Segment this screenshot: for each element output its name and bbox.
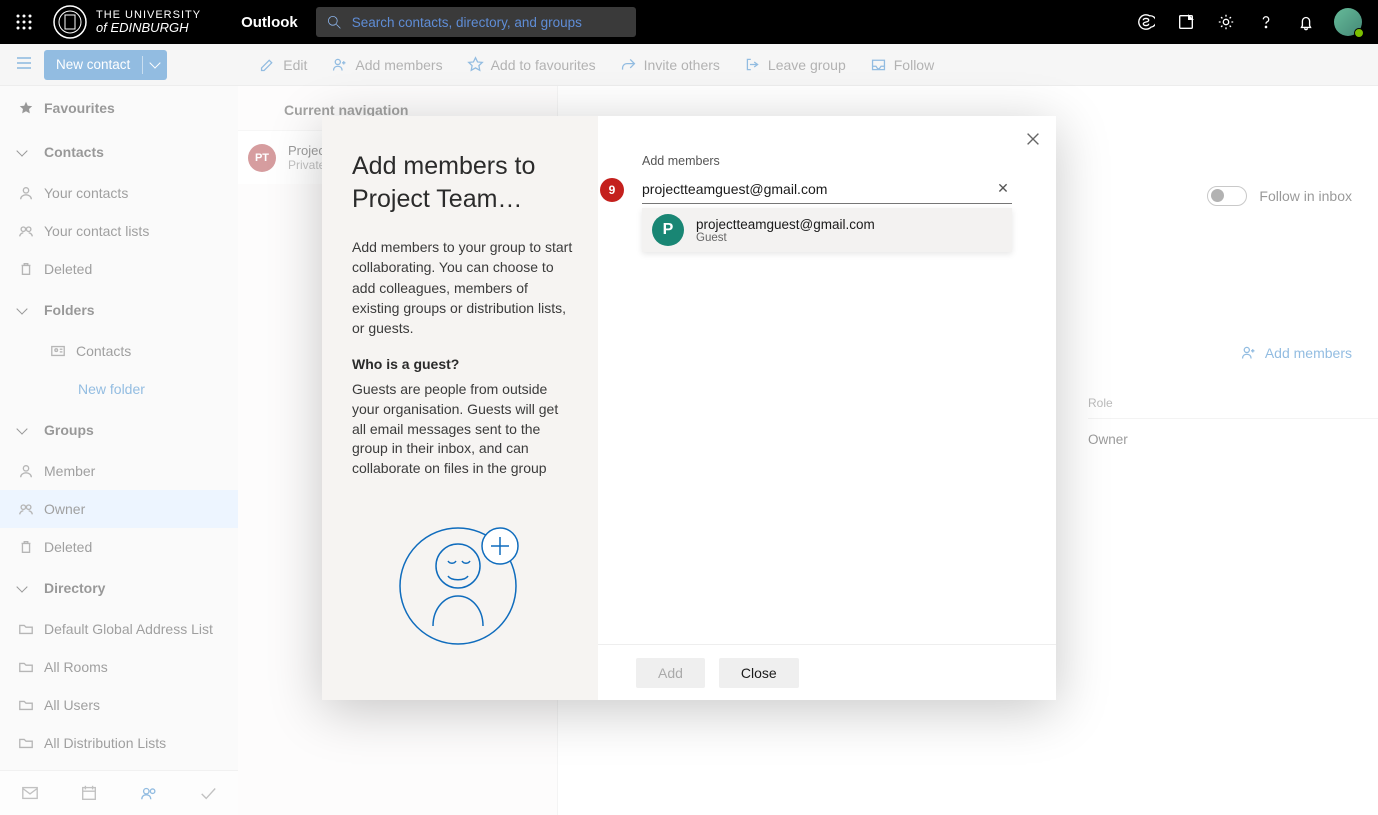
guest-description: Guests are people from outside your orga… bbox=[352, 380, 574, 478]
notes-icon[interactable] bbox=[1166, 0, 1206, 44]
add-members-field-label: Add members bbox=[642, 154, 1012, 168]
org-logo[interactable] bbox=[52, 4, 88, 40]
search-input[interactable] bbox=[352, 15, 626, 30]
search-icon bbox=[326, 14, 342, 30]
app-launcher[interactable] bbox=[8, 6, 40, 38]
skype-icon[interactable] bbox=[1126, 0, 1166, 44]
presence-available-icon bbox=[1354, 28, 1364, 38]
search-box[interactable] bbox=[316, 7, 636, 37]
suggestion-type: Guest bbox=[696, 232, 875, 244]
dialog-description: Add members to your group to start colla… bbox=[352, 237, 574, 338]
close-dialog-button[interactable]: Close bbox=[719, 658, 799, 688]
add-members-dialog: Add members to Project Team… Add members… bbox=[322, 116, 1056, 700]
dialog-info-panel: Add members to Project Team… Add members… bbox=[322, 116, 598, 700]
dialog-form-panel: Add members ✕ P projectteamguest@gmail.c… bbox=[598, 116, 1056, 700]
close-button[interactable] bbox=[1024, 130, 1042, 153]
org-name: THE UNIVERSITY of EDINBURGH bbox=[96, 10, 201, 34]
app-name[interactable]: Outlook bbox=[241, 14, 298, 31]
close-icon bbox=[1024, 130, 1042, 148]
settings-icon[interactable] bbox=[1206, 0, 1246, 44]
clear-input-icon[interactable]: ✕ bbox=[994, 180, 1012, 197]
people-suggestion[interactable]: P projectteamguest@gmail.com Guest bbox=[642, 208, 1012, 252]
help-icon[interactable] bbox=[1246, 0, 1286, 44]
dialog-footer: Add Close bbox=[598, 644, 1056, 700]
add-members-input[interactable] bbox=[642, 181, 994, 197]
notifications-icon[interactable] bbox=[1286, 0, 1326, 44]
suggestion-avatar: P bbox=[652, 214, 684, 246]
add-members-field[interactable]: ✕ bbox=[642, 174, 1012, 204]
suite-header: THE UNIVERSITY of EDINBURGH Outlook bbox=[0, 0, 1378, 44]
instruction-step-badge: 9 bbox=[600, 178, 624, 202]
dialog-title: Add members to Project Team… bbox=[352, 150, 574, 215]
account-avatar[interactable] bbox=[1334, 8, 1362, 36]
guest-heading: Who is a guest? bbox=[352, 356, 574, 372]
suggestion-email: projectteamguest@gmail.com bbox=[696, 217, 875, 232]
dialog-illustration bbox=[388, 506, 538, 659]
add-button[interactable]: Add bbox=[636, 658, 705, 688]
